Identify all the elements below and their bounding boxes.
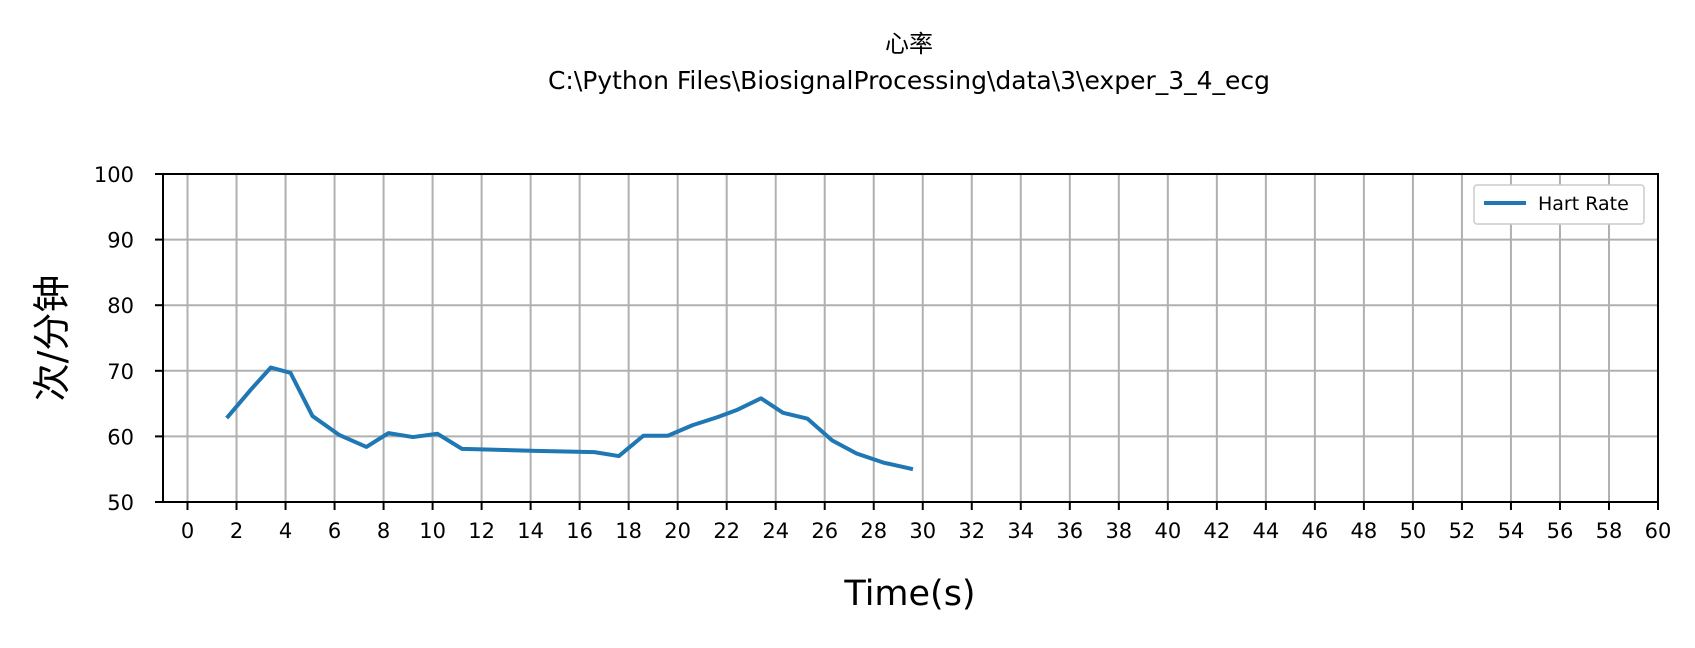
x-tick-label: 34	[1007, 519, 1034, 543]
x-tick-label: 10	[419, 519, 446, 543]
x-tick-label: 56	[1547, 519, 1574, 543]
y-tick-label: 100	[94, 163, 134, 187]
chart-svg: 心率 C:\Python Files\BiosignalProcessing\d…	[0, 0, 1695, 644]
chart-background	[0, 0, 1695, 644]
x-tick-label: 12	[468, 519, 495, 543]
chart-subtitle: C:\Python Files\BiosignalProcessing\data…	[548, 66, 1270, 95]
x-axis-label: Time(s)	[843, 574, 975, 614]
x-tick-label: 18	[615, 519, 642, 543]
x-tick-label: 2	[230, 519, 243, 543]
y-tick-label: 60	[107, 425, 134, 449]
y-axis-label: 次/分钟	[30, 275, 74, 402]
legend: Hart Rate	[1473, 184, 1645, 225]
y-tick-label: 70	[107, 360, 134, 384]
y-tick-label: 80	[107, 294, 134, 318]
x-tick-label: 26	[811, 519, 838, 543]
x-tick-label: 40	[1154, 519, 1181, 543]
y-tick-label: 50	[107, 491, 134, 515]
x-tick-label: 20	[664, 519, 691, 543]
x-tick-label: 36	[1056, 519, 1083, 543]
x-tick-label: 22	[713, 519, 740, 543]
chart-title: 心率	[885, 30, 933, 58]
y-tick-label: 90	[107, 229, 134, 253]
x-tick-label: 14	[517, 519, 544, 543]
x-tick-label: 16	[566, 519, 593, 543]
x-tick-label: 6	[328, 519, 341, 543]
x-tick-label: 48	[1351, 519, 1378, 543]
x-tick-label: 44	[1253, 519, 1280, 543]
x-tick-label: 0	[181, 519, 194, 543]
x-tick-label: 58	[1596, 519, 1623, 543]
legend-label-hart-rate: Hart Rate	[1538, 193, 1629, 215]
x-tick-label: 24	[762, 519, 789, 543]
x-tick-label: 28	[860, 519, 887, 543]
x-tick-label: 30	[909, 519, 936, 543]
x-tick-label: 42	[1203, 519, 1230, 543]
x-tick-label: 54	[1498, 519, 1525, 543]
x-tick-label: 46	[1302, 519, 1329, 543]
x-tick-label: 38	[1105, 519, 1132, 543]
x-tick-label: 52	[1449, 519, 1476, 543]
x-tick-label: 8	[377, 519, 390, 543]
x-tick-label: 60	[1645, 519, 1672, 543]
heart-rate-chart: 心率 C:\Python Files\BiosignalProcessing\d…	[0, 0, 1695, 644]
x-tick-label: 32	[958, 519, 985, 543]
x-tick-label: 50	[1400, 519, 1427, 543]
x-tick-label: 4	[279, 519, 292, 543]
